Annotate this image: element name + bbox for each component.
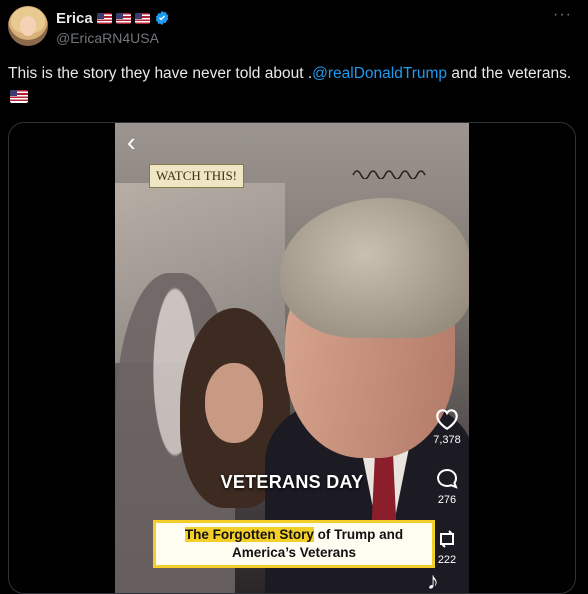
repost-button[interactable]: 222: [425, 527, 469, 566]
video-headline: VETERANS DAY: [220, 472, 364, 492]
like-button[interactable]: 7,378: [425, 407, 469, 446]
mention-link[interactable]: @realDonaldTrump: [312, 65, 447, 82]
caption-highlight: The Forgotten Story: [184, 527, 314, 542]
us-flag-icon: [134, 12, 150, 24]
author-row: Erica: [56, 8, 170, 28]
heart-icon: [436, 409, 458, 431]
caption-line-2: America’s Veterans: [231, 545, 357, 560]
author-name[interactable]: Erica: [56, 10, 93, 27]
like-count: 7,378: [433, 434, 461, 446]
video-caption: The Forgotten Story of Trump and America…: [153, 520, 435, 568]
comment-icon: [437, 468, 458, 489]
video-player[interactable]: ‹ WATCH THIS! VETERANS DAY The Forgotten…: [8, 122, 576, 594]
us-flag-icon: [115, 12, 131, 24]
tweet-post: Erica @EricaRN4USA ··· This is the story…: [0, 0, 588, 594]
author-handle[interactable]: @EricaRN4USA: [56, 30, 159, 46]
watch-label: WATCH THIS!: [149, 164, 245, 188]
tweet-text: This is the story they have never told a…: [8, 62, 578, 110]
verified-badge-icon: [155, 11, 169, 25]
more-options-icon[interactable]: ···: [553, 6, 572, 24]
back-icon[interactable]: ‹: [127, 127, 136, 158]
tweet-text-part: and the veterans.: [447, 65, 572, 82]
video-frame[interactable]: ‹ WATCH THIS! VETERANS DAY The Forgotten…: [115, 123, 469, 593]
tiktok-icon: ♪: [427, 568, 439, 593]
comment-button[interactable]: 276: [425, 467, 469, 506]
repost-icon: [439, 530, 455, 548]
avatar[interactable]: [8, 6, 48, 46]
caption-text: of Trump and: [313, 527, 404, 542]
repost-count: 222: [437, 554, 457, 566]
tweet-text-part: This is the story they have never told a…: [8, 65, 313, 82]
comment-count: 276: [437, 494, 457, 506]
squiggle-logo-icon: [352, 170, 426, 179]
us-flag-icon: [10, 90, 28, 103]
us-flag-icon: [96, 12, 112, 24]
